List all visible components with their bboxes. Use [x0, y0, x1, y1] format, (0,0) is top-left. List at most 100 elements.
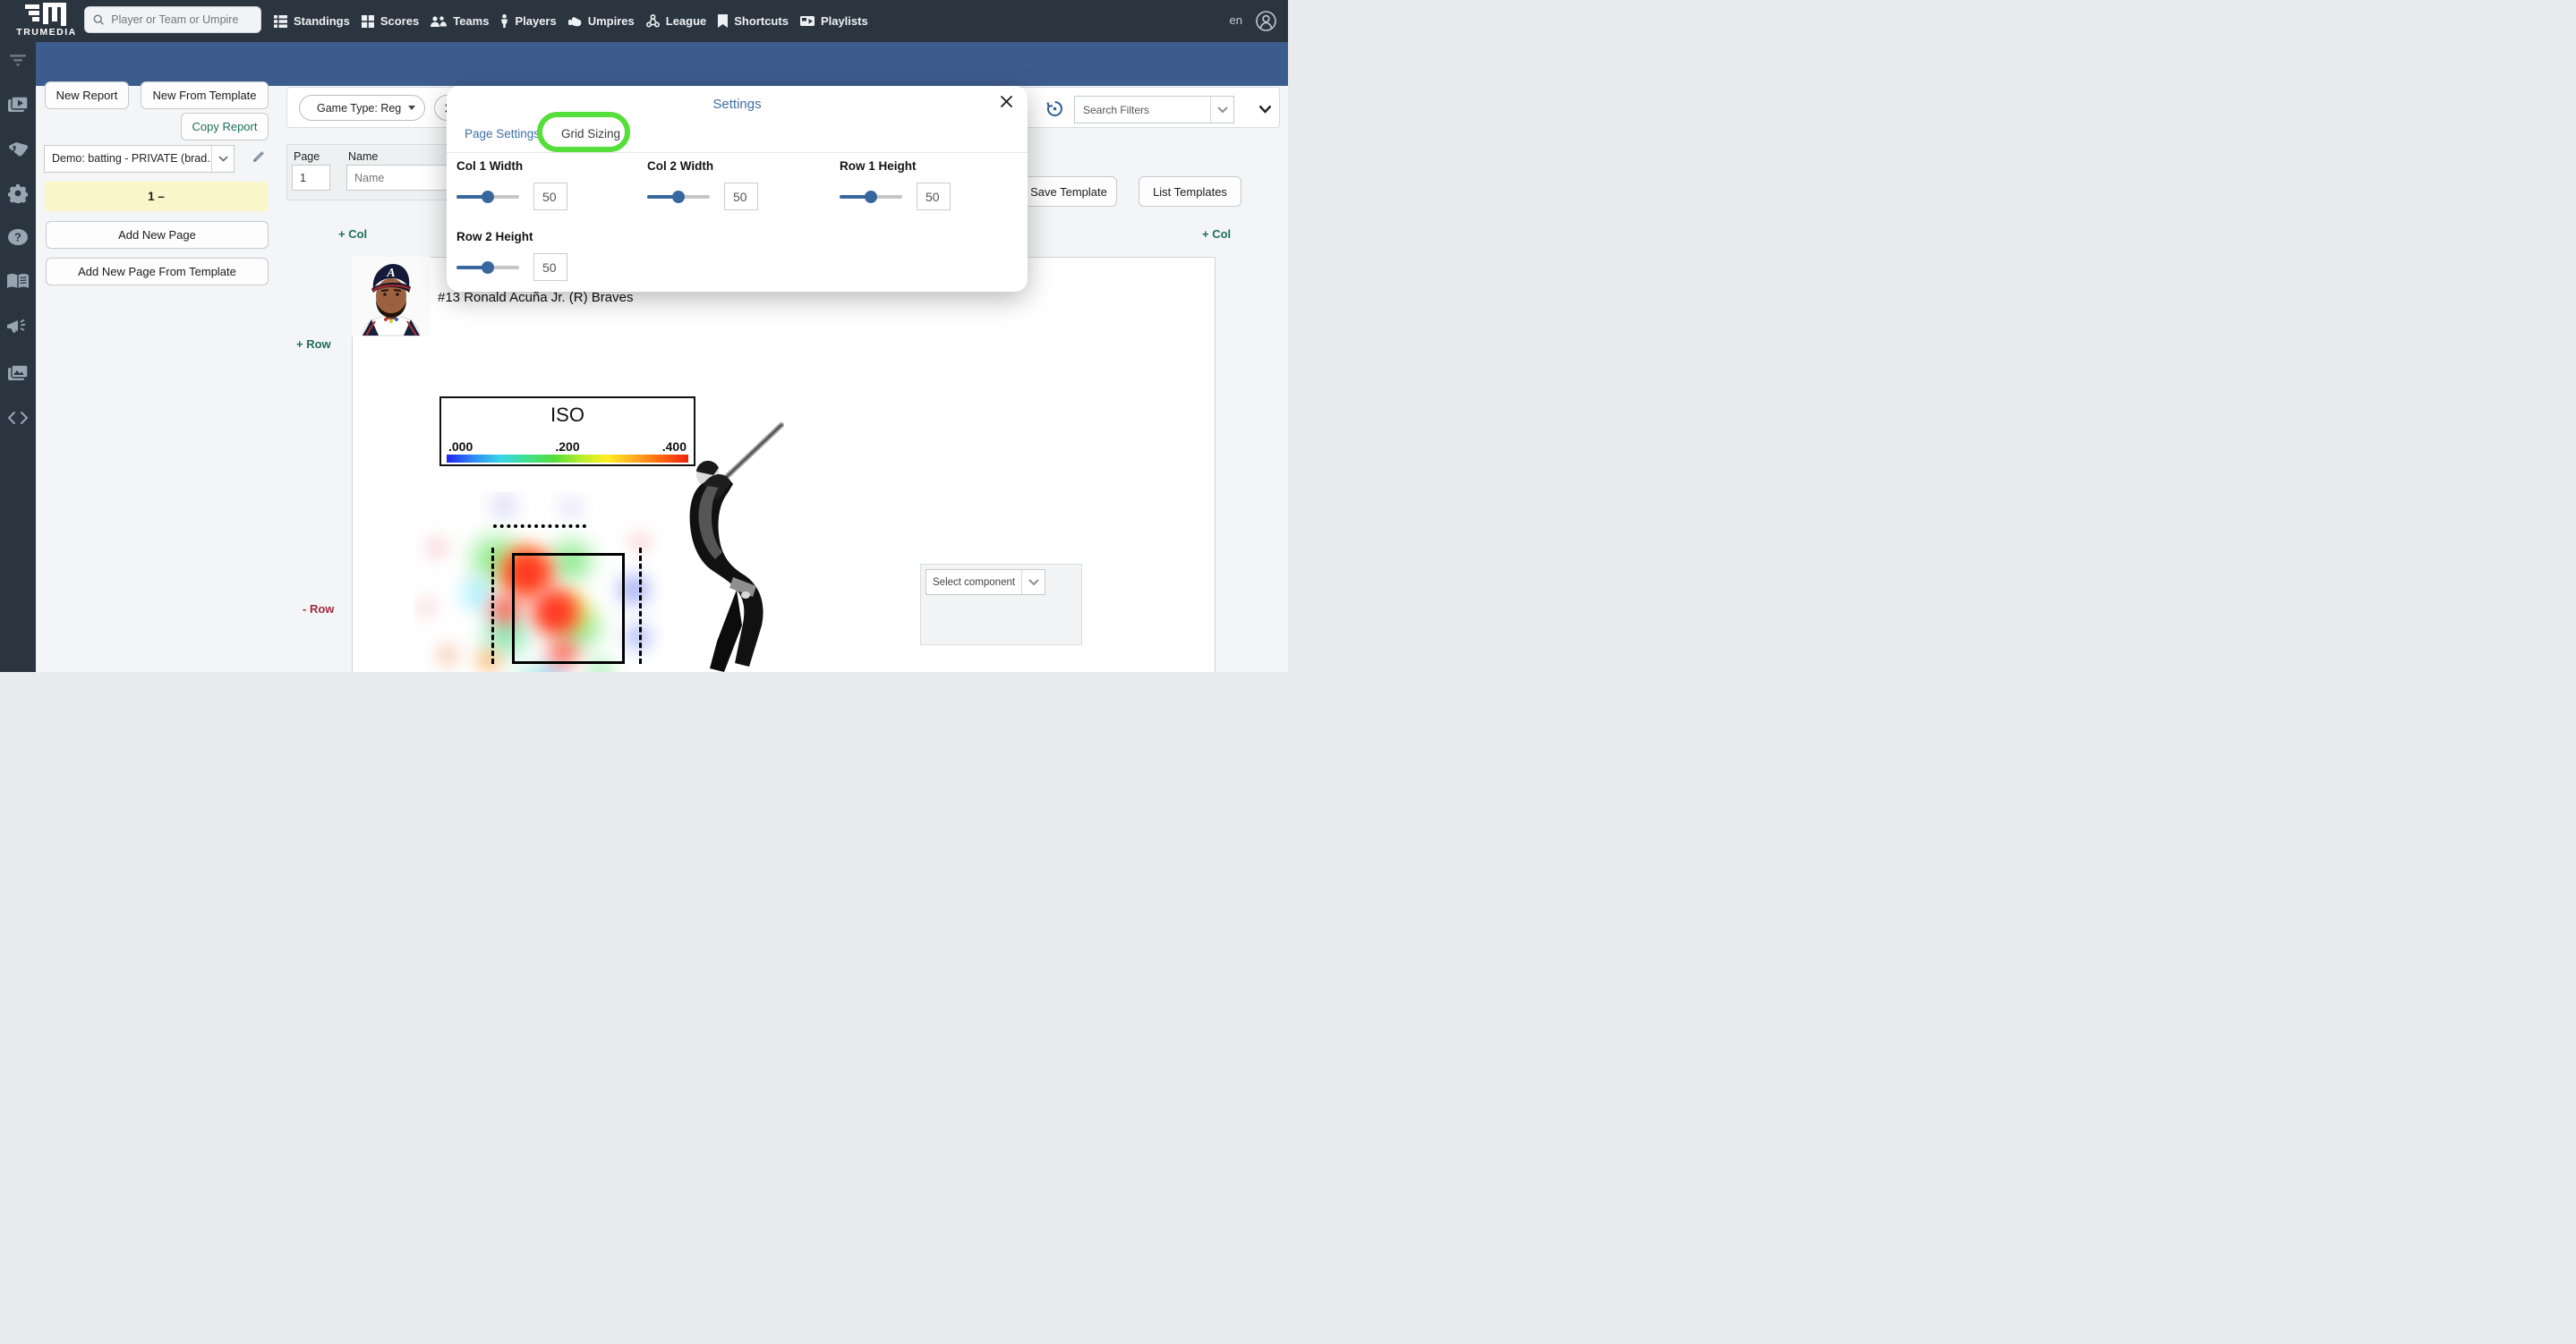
shortcuts-bookmark-icon: [718, 14, 729, 28]
nav-item-players[interactable]: Players: [500, 14, 557, 28]
nav-item-standings[interactable]: Standings: [274, 14, 350, 28]
new-from-template-button[interactable]: New From Template: [141, 81, 269, 109]
global-search[interactable]: [84, 6, 261, 33]
name-column-header: Name: [348, 150, 379, 163]
nav-label: Players: [515, 14, 557, 28]
iso-color-scale: [447, 455, 688, 463]
row1-height-slider[interactable]: [840, 190, 902, 203]
new-report-button[interactable]: New Report: [45, 81, 129, 109]
search-filters-placeholder: Search Filters: [1083, 104, 1150, 116]
nav-item-umpires[interactable]: Umpires: [567, 14, 635, 28]
scores-icon: [361, 14, 374, 28]
iso-tick-max: .400: [661, 439, 687, 454]
col2-width-label: Col 2 Width: [647, 159, 714, 173]
edit-report-pencil-icon[interactable]: [252, 149, 266, 168]
iso-legend: ISO .000 .200 .400: [439, 396, 695, 466]
video-library-icon[interactable]: [0, 96, 36, 114]
nav-label: Playlists: [820, 14, 868, 28]
slider-thumb[interactable]: [865, 190, 877, 203]
search-input[interactable]: [109, 13, 252, 27]
search-filters-select[interactable]: Search Filters: [1074, 96, 1234, 123]
list-templates-button[interactable]: List Templates: [1139, 176, 1241, 207]
slider-thumb[interactable]: [482, 190, 494, 203]
filter-icon[interactable]: [0, 53, 36, 67]
report-select[interactable]: Demo: batting - PRIVATE (brad...: [44, 145, 235, 173]
image-library-icon[interactable]: [0, 364, 36, 382]
component-select-placeholder: Select component: [933, 577, 1016, 588]
chevron-down-icon: [408, 106, 416, 110]
trumedia-app: TRUMEDIA Standings: [0, 0, 1288, 672]
user-avatar[interactable]: [1256, 11, 1276, 36]
playlists-icon: [799, 15, 815, 26]
nav-label: Umpires: [587, 14, 635, 28]
gear-icon[interactable]: [0, 183, 36, 203]
standings-icon: [274, 14, 287, 28]
add-new-page-from-template-button[interactable]: Add New Page From Template: [46, 258, 269, 285]
teams-icon: [431, 15, 448, 27]
strike-zone-rect: [512, 553, 625, 664]
zone-dashed-top: [493, 524, 586, 528]
trumedia-logo[interactable]: TRUMEDIA: [5, 1, 88, 41]
collapse-toolbar-chevron-icon[interactable]: [1258, 102, 1272, 118]
row2-height-label: Row 2 Height: [456, 230, 533, 243]
umpires-icon: [567, 16, 582, 26]
filter-chip-game-type[interactable]: Game Type: Reg: [299, 95, 425, 121]
add-row-link[interactable]: + Row: [296, 337, 331, 351]
megaphone-icon[interactable]: [0, 318, 36, 336]
search-icon: [93, 14, 104, 25]
col1-width-slider[interactable]: [456, 190, 519, 203]
filter-history-icon[interactable]: [1046, 100, 1063, 122]
row2-height-slider[interactable]: [456, 260, 519, 274]
col1-width-input[interactable]: [533, 183, 567, 210]
slider-thumb[interactable]: [482, 260, 494, 274]
nav-label: Scores: [380, 14, 420, 28]
trumedia-logo-icon: [25, 3, 66, 26]
remove-row-link[interactable]: - Row: [303, 602, 334, 616]
nav-label: League: [665, 14, 707, 28]
settings-modal: Settings Page Settings Grid Sizing Col 1…: [447, 86, 1028, 292]
page-number-input[interactable]: [292, 165, 330, 191]
svg-text:A: A: [386, 267, 395, 280]
help-icon[interactable]: ?: [0, 228, 36, 246]
code-icon[interactable]: [0, 411, 36, 425]
nav-item-shortcuts[interactable]: Shortcuts: [718, 14, 789, 28]
slider-thumb[interactable]: [672, 190, 685, 203]
logo-wordmark: TRUMEDIA: [16, 27, 77, 38]
nav-item-teams[interactable]: Teams: [431, 14, 489, 28]
copy-report-button[interactable]: Copy Report: [181, 113, 269, 140]
zone-dashed-right: [639, 548, 642, 664]
page-column-header: Page: [294, 150, 320, 163]
iso-legend-title: ISO: [550, 404, 584, 426]
player-header: #13 Ronald Acuña Jr. (R) Braves: [438, 290, 634, 305]
nav-label: Teams: [453, 14, 490, 28]
svg-text:?: ?: [14, 231, 21, 244]
col2-width-slider[interactable]: [647, 190, 710, 203]
add-col-right-link[interactable]: + Col: [1202, 227, 1231, 241]
nav-label: Shortcuts: [734, 14, 789, 28]
report-select-value: Demo: batting - PRIVATE (brad...: [52, 152, 211, 165]
close-icon[interactable]: [1000, 95, 1013, 113]
row2-height-input[interactable]: [533, 253, 567, 281]
top-nav-items: Standings Scores Teams Players Umpires L…: [274, 0, 868, 42]
players-icon: [501, 14, 508, 28]
settings-modal-title: Settings: [712, 97, 762, 112]
book-icon[interactable]: [0, 273, 36, 291]
component-select[interactable]: Select component: [925, 569, 1045, 595]
save-template-button[interactable]: Save Template: [1020, 176, 1117, 207]
iso-tick-mid: .200: [555, 439, 580, 454]
add-new-page-button[interactable]: Add New Page: [46, 221, 269, 249]
nav-item-league[interactable]: League: [645, 14, 707, 28]
page-row-1[interactable]: 1 –: [45, 182, 268, 211]
tab-page-settings[interactable]: Page Settings: [465, 127, 540, 140]
col2-width-input[interactable]: [724, 183, 758, 210]
row1-height-label: Row 1 Height: [840, 159, 917, 173]
modal-divider: [447, 152, 1028, 153]
language-selector[interactable]: en: [1230, 13, 1242, 27]
nav-item-scores[interactable]: Scores: [361, 14, 420, 28]
page-header-bar: [36, 42, 1288, 86]
nav-item-playlists[interactable]: Playlists: [799, 14, 868, 28]
tab-grid-sizing[interactable]: Grid Sizing: [561, 127, 620, 140]
add-col-left-link[interactable]: + Col: [338, 227, 367, 241]
tag-icon[interactable]: [0, 140, 36, 158]
row1-height-input[interactable]: [917, 183, 951, 210]
